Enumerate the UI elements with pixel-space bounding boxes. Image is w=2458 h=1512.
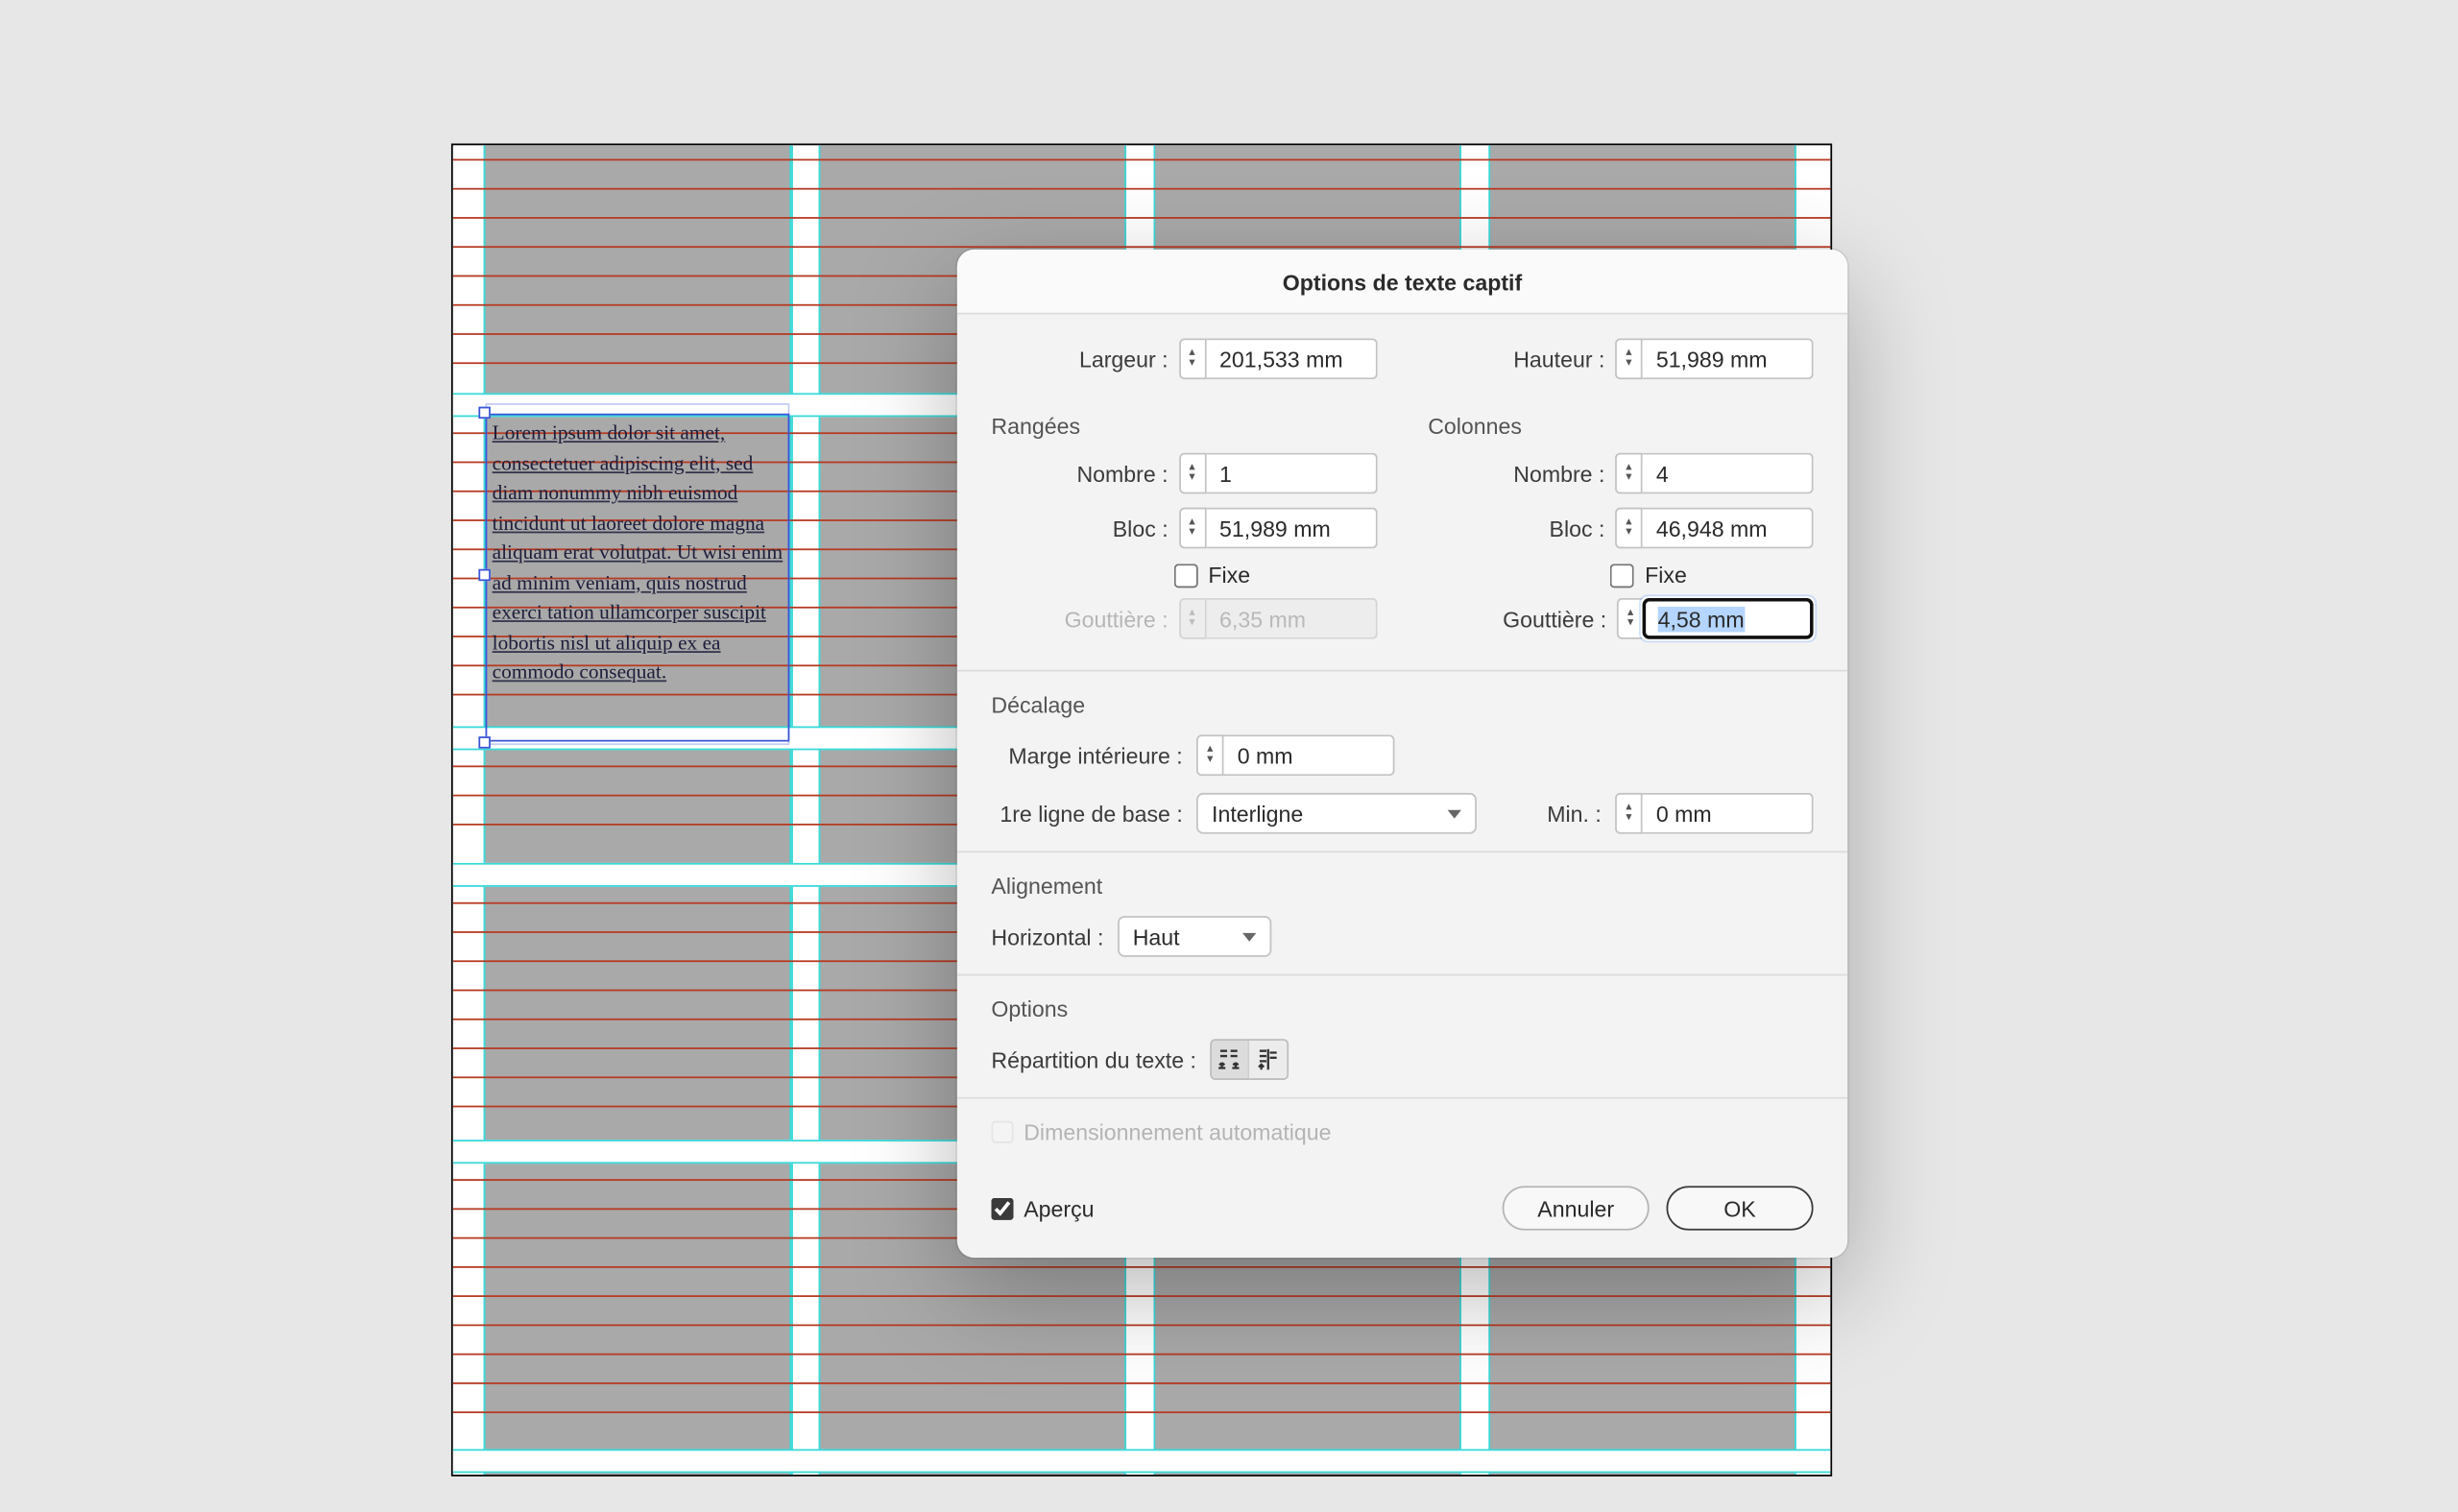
cols-gutter-input[interactable] — [1643, 598, 1814, 639]
firstline-select[interactable]: Interligne — [1196, 793, 1477, 834]
stepper-arrows-icon[interactable]: ▴▾ — [1615, 508, 1642, 549]
stepper-arrows-icon[interactable]: ▴▾ — [1617, 598, 1644, 639]
autosize-row: Dimensionnement automatique — [991, 1119, 1813, 1145]
inset-input[interactable] — [1223, 734, 1394, 776]
width-input[interactable] — [1206, 338, 1377, 379]
rows-number-input[interactable] — [1206, 453, 1377, 494]
rows-gutter-stepper: ▴▾ — [1178, 598, 1376, 639]
options-section-title: Options — [991, 996, 1813, 1022]
stepper-arrows-icon[interactable]: ▴▾ — [1615, 453, 1642, 494]
rows-section-title: Rangées — [991, 414, 1376, 440]
inset-label: Marge intérieure : — [991, 742, 1182, 768]
rows-number-label: Nombre : — [1076, 461, 1168, 487]
inset-stepper[interactable]: ▴▾ — [1196, 734, 1394, 776]
height-label: Hauteur : — [1513, 346, 1604, 372]
dialog-title: Options de texte captif — [957, 250, 1847, 315]
width-label: Largeur : — [1079, 346, 1169, 372]
cols-gutter-stepper[interactable]: ▴▾ — [1617, 598, 1814, 639]
rows-fixed-label: Fixe — [1208, 563, 1250, 588]
text-distribution-label: Répartition du texte : — [991, 1046, 1196, 1072]
autosize-checkbox — [991, 1121, 1013, 1143]
min-stepper[interactable]: ▴▾ — [1615, 793, 1813, 834]
horizontal-label: Horizontal : — [991, 924, 1103, 949]
stepper-arrows-icon: ▴▾ — [1178, 598, 1205, 639]
min-label: Min. : — [1547, 801, 1602, 827]
firstline-label: 1re ligne de base : — [991, 801, 1182, 827]
align-section-title: Alignement — [991, 874, 1813, 900]
horizontal-select[interactable]: Haut — [1118, 916, 1271, 957]
text-frame[interactable]: Lorem ipsum dolor sit amet, consectetuer… — [486, 414, 790, 742]
cancel-button[interactable]: Annuler — [1503, 1186, 1650, 1230]
stepper-arrows-icon[interactable]: ▴▾ — [1178, 453, 1205, 494]
ok-button[interactable]: OK — [1667, 1186, 1814, 1230]
cols-fixed-checkbox[interactable] — [1611, 564, 1635, 588]
preview-label: Aperçu — [1024, 1195, 1094, 1221]
horizontal-value: Haut — [1133, 924, 1180, 949]
stepper-arrows-icon[interactable]: ▴▾ — [1615, 793, 1642, 834]
min-input[interactable] — [1643, 793, 1814, 834]
height-stepper[interactable]: ▴▾ — [1615, 338, 1813, 379]
stepper-arrows-icon[interactable]: ▴▾ — [1178, 338, 1205, 379]
cols-number-stepper[interactable]: ▴▾ — [1615, 453, 1813, 494]
rows-gutter-input — [1206, 598, 1377, 639]
stepper-arrows-icon[interactable]: ▴▾ — [1178, 508, 1205, 549]
cols-number-label: Nombre : — [1513, 461, 1604, 487]
distribute-by-column-icon[interactable] — [1249, 1041, 1287, 1078]
selection-handle[interactable] — [478, 407, 490, 419]
divider — [957, 974, 1847, 976]
rows-block-input[interactable] — [1206, 508, 1377, 549]
distribute-by-row-icon[interactable] — [1212, 1041, 1249, 1078]
divider — [957, 1097, 1847, 1099]
cols-block-input[interactable] — [1643, 508, 1814, 549]
height-input[interactable] — [1643, 338, 1814, 379]
area-type-options-dialog: Options de texte captif Largeur : ▴▾ Hau — [957, 250, 1847, 1258]
cols-fixed-label: Fixe — [1645, 563, 1687, 588]
stepper-arrows-icon[interactable]: ▴▾ — [1196, 734, 1223, 776]
cols-number-input[interactable] — [1643, 453, 1814, 494]
selection-handle[interactable] — [478, 569, 490, 581]
firstline-value: Interligne — [1212, 801, 1303, 827]
cols-gutter-label: Gouttière : — [1503, 606, 1606, 632]
stepper-arrows-icon[interactable]: ▴▾ — [1615, 338, 1642, 379]
rows-block-stepper[interactable]: ▴▾ — [1178, 508, 1376, 549]
selection-handle[interactable] — [478, 736, 490, 748]
cols-block-stepper[interactable]: ▴▾ — [1615, 508, 1813, 549]
width-stepper[interactable]: ▴▾ — [1178, 338, 1376, 379]
rows-block-label: Bloc : — [1113, 516, 1169, 541]
divider — [957, 851, 1847, 852]
cols-block-label: Bloc : — [1550, 516, 1605, 541]
rows-number-stepper[interactable]: ▴▾ — [1178, 453, 1376, 494]
rows-gutter-label: Gouttière : — [1065, 606, 1169, 632]
preview-checkbox[interactable] — [991, 1197, 1013, 1219]
autosize-label: Dimensionnement automatique — [1024, 1119, 1331, 1145]
offset-section-title: Décalage — [991, 692, 1813, 718]
text-distribution-toggle[interactable] — [1210, 1039, 1289, 1080]
rows-fixed-checkbox[interactable] — [1174, 564, 1198, 588]
columns-section-title: Colonnes — [1428, 414, 1813, 440]
divider — [957, 670, 1847, 672]
